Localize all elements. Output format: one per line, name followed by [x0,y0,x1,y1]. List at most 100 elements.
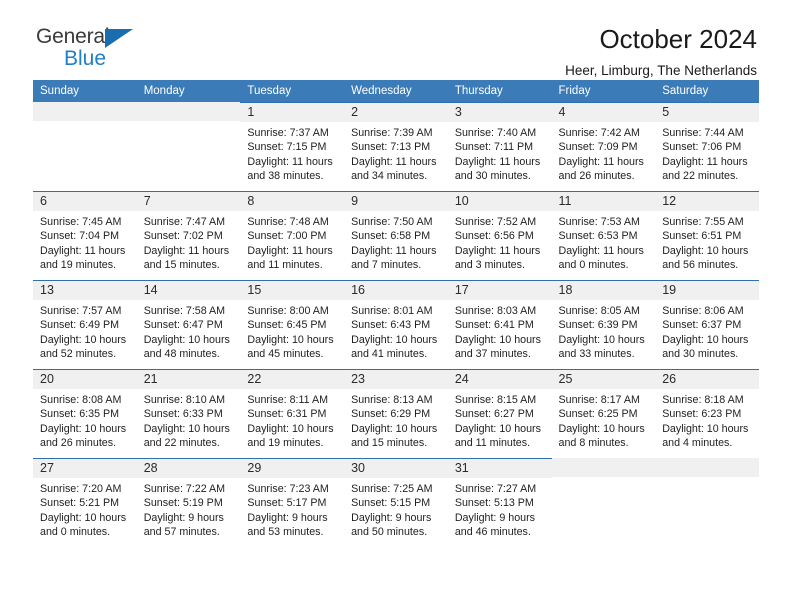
calendar-cell-day-8[interactable]: 8 Sunrise: 7:48 AM Sunset: 7:00 PM Daylight… [240,191,345,280]
day-number: 27 [33,459,137,478]
calendar-week-row: 6 Sunrise: 7:45 AM Sunset: 7:04 PM Daylight… [33,191,759,280]
daylight-text-line2: and 8 minutes. [558,437,629,450]
sunrise-text: Sunrise: 8:18 AM [662,394,744,406]
calendar-cell-day-1[interactable]: 1 Sunrise: 7:37 AM Sunset: 7:15 PM Daylight… [240,102,345,191]
sunrise-text: Sunrise: 8:01 AM [351,305,433,317]
sun-info: Sunrise: 7:22 AM Sunset: 5:19 PM Daylight:… [137,478,241,540]
daylight-text-line1: Daylight: 10 hours [143,333,230,346]
sunset-text: Sunset: 6:37 PM [662,319,742,332]
daylight-text-line2: and 50 minutes. [351,526,428,539]
daylight-text-line1: Daylight: 11 hours [662,155,748,168]
sun-info: Sunrise: 8:01 AM Sunset: 6:43 PM Daylight:… [344,300,448,362]
sunset-text: Sunset: 5:19 PM [143,497,223,510]
daylight-text-line2: and 0 minutes. [40,526,111,539]
sun-info: Sunrise: 7:47 AM Sunset: 7:02 PM Daylight:… [137,211,241,273]
day-number: 18 [551,281,656,300]
sunrise-text: Sunrise: 7:22 AM [143,483,226,495]
calendar-cell-day-15[interactable]: 15 Sunrise: 8:00 AM Sunset: 6:45 PM Dayligh… [240,280,345,369]
sun-info: Sunrise: 7:37 AM Sunset: 7:15 PM Daylight:… [240,122,344,184]
sunset-text: Sunset: 5:13 PM [454,497,534,510]
calendar-cell-day-30[interactable]: 30 Sunrise: 7:25 AM Sunset: 5:15 PM Dayligh… [344,458,448,547]
calendar-cell-day-16[interactable]: 16 Sunrise: 8:01 AM Sunset: 6:43 PM Dayligh… [344,280,448,369]
sunset-text: Sunset: 6:23 PM [662,408,742,421]
day-number: 23 [344,370,448,389]
day-number: 13 [33,281,137,300]
sunrise-text: Sunrise: 7:52 AM [454,216,537,228]
day-cell [551,458,656,547]
calendar-table: Sunday Monday Tuesday Wednesday Thursday Frid… [33,80,759,547]
page-subtitle: Heer, Limburg, The Netherlands [565,63,757,78]
calendar-cell-day-13[interactable]: 13 Sunrise: 7:57 AM Sunset: 6:49 PM Dayligh… [33,280,137,369]
calendar-cell-day-2[interactable]: 2 Sunrise: 7:39 AM Sunset: 7:13 PM Daylight… [344,102,448,191]
daylight-text-line2: and 30 minutes. [454,170,531,183]
sunset-text: Sunset: 5:15 PM [351,497,431,510]
calendar-cell-day-26[interactable]: 26 Sunrise: 8:18 AM Sunset: 6:23 PM Dayligh… [655,369,759,458]
calendar-cell-day-4[interactable]: 4 Sunrise: 7:42 AM Sunset: 7:09 PM Daylight… [551,102,656,191]
sunrise-text: Sunrise: 7:47 AM [143,216,226,228]
calendar-cell-day-7[interactable]: 7 Sunrise: 7:47 AM Sunset: 7:02 PM Daylight… [136,191,241,280]
daylight-text-line2: and 38 minutes. [247,170,324,183]
calendar-cell-day-10[interactable]: 10 Sunrise: 7:52 AM Sunset: 6:56 PM Dayligh… [447,191,552,280]
calendar-cell-day-31[interactable]: 31 Sunrise: 7:27 AM Sunset: 5:13 PM Dayligh… [447,458,552,547]
daylight-text-line2: and 48 minutes. [143,348,220,361]
calendar-cell-day-21[interactable]: 21 Sunrise: 8:10 AM Sunset: 6:33 PM Dayligh… [136,369,241,458]
calendar-cell-day-20[interactable]: 20 Sunrise: 8:08 AM Sunset: 6:35 PM Dayligh… [33,369,137,458]
day-number: 16 [344,281,448,300]
sunrise-text: Sunrise: 7:45 AM [40,216,122,228]
calendar-cell-day-28[interactable]: 28 Sunrise: 7:22 AM Sunset: 5:19 PM Dayligh… [136,458,241,547]
calendar-cell-day-19[interactable]: 19 Sunrise: 8:06 AM Sunset: 6:37 PM Dayligh… [655,280,759,369]
calendar-cell-day-14[interactable]: 14 Sunrise: 7:58 AM Sunset: 6:47 PM Dayligh… [136,280,241,369]
day-number: 15 [240,281,345,300]
sunset-text: Sunset: 6:45 PM [247,319,327,332]
calendar-cell-day-18[interactable]: 18 Sunrise: 8:05 AM Sunset: 6:39 PM Dayligh… [551,280,656,369]
daylight-text-line1: Daylight: 11 hours [454,155,541,168]
daylight-text-line2: and 11 minutes. [454,437,531,450]
sunset-text: Sunset: 6:35 PM [40,408,120,421]
calendar-cell-day-22[interactable]: 22 Sunrise: 8:11 AM Sunset: 6:31 PM Dayligh… [240,369,345,458]
sunrise-text: Sunrise: 8:15 AM [454,394,537,406]
calendar-cell-day-29[interactable]: 29 Sunrise: 7:23 AM Sunset: 5:17 PM Dayligh… [240,458,345,547]
day-number: 2 [344,103,448,122]
daylight-text-line1: Daylight: 10 hours [247,422,334,435]
daylight-text-line2: and 52 minutes. [40,348,117,361]
calendar-week-row: 27 Sunrise: 7:20 AM Sunset: 5:21 PM Dayligh… [33,458,759,547]
day-cell: 8 Sunrise: 7:48 AM Sunset: 7:00 PM Daylight… [240,191,345,280]
day-cell: 11 Sunrise: 7:53 AM Sunset: 6:53 PM Dayligh… [551,191,656,280]
sun-info: Sunrise: 8:15 AM Sunset: 6:27 PM Daylight:… [448,389,552,451]
daylight-text-line2: and 33 minutes. [558,348,635,361]
day-cell: 18 Sunrise: 8:05 AM Sunset: 6:39 PM Dayligh… [551,280,656,369]
calendar-cell-day-23[interactable]: 23 Sunrise: 8:13 AM Sunset: 6:29 PM Dayligh… [344,369,448,458]
sun-info: Sunrise: 8:06 AM Sunset: 6:37 PM Daylight:… [655,300,759,362]
general-blue-logo[interactable]: General Blue [36,26,156,74]
calendar-cell-day-6[interactable]: 6 Sunrise: 7:45 AM Sunset: 7:04 PM Daylight… [33,191,137,280]
calendar-cell-day-24[interactable]: 24 Sunrise: 8:15 AM Sunset: 6:27 PM Dayligh… [447,369,552,458]
day-cell: 16 Sunrise: 8:01 AM Sunset: 6:43 PM Dayligh… [344,280,448,369]
calendar-cell-day-11[interactable]: 11 Sunrise: 7:53 AM Sunset: 6:53 PM Dayligh… [551,191,656,280]
day-cell: 3 Sunrise: 7:40 AM Sunset: 7:11 PM Daylight… [447,102,552,191]
day-cell: 25 Sunrise: 8:17 AM Sunset: 6:25 PM Dayligh… [551,369,656,458]
triangle-icon [105,29,133,48]
day-number: 17 [447,281,552,300]
sunrise-text: Sunrise: 7:25 AM [351,483,433,495]
weekday-header-saturday: Saturday [655,80,759,102]
calendar-cell-day-12[interactable]: 12 Sunrise: 7:55 AM Sunset: 6:51 PM Dayligh… [655,191,759,280]
sunset-text: Sunset: 7:00 PM [247,230,327,243]
daylight-text-line2: and 3 minutes. [454,259,525,272]
calendar-cell-day-9[interactable]: 9 Sunrise: 7:50 AM Sunset: 6:58 PM Daylight… [344,191,448,280]
calendar-cell-day-3[interactable]: 3 Sunrise: 7:40 AM Sunset: 7:11 PM Daylight… [447,102,552,191]
day-number: 31 [447,459,552,478]
calendar-cell-day-5[interactable]: 5 Sunrise: 7:44 AM Sunset: 7:06 PM Daylight… [655,102,759,191]
daylight-text-line1: Daylight: 10 hours [662,422,749,435]
weekday-header-tuesday: Tuesday [240,80,345,102]
daylight-text-line1: Daylight: 11 hours [558,155,644,168]
calendar-cell-day-17[interactable]: 17 Sunrise: 8:03 AM Sunset: 6:41 PM Dayligh… [447,280,552,369]
day-cell: 14 Sunrise: 7:58 AM Sunset: 6:47 PM Dayligh… [136,280,241,369]
day-cell: 29 Sunrise: 7:23 AM Sunset: 5:17 PM Dayligh… [240,458,345,547]
sunrise-text: Sunrise: 7:53 AM [558,216,640,228]
daylight-text-line2: and 0 minutes. [558,259,629,272]
calendar-cell-day-27[interactable]: 27 Sunrise: 7:20 AM Sunset: 5:21 PM Dayligh… [33,458,137,547]
daylight-text-line1: Daylight: 11 hours [40,244,126,257]
calendar-cell-day-25[interactable]: 25 Sunrise: 8:17 AM Sunset: 6:25 PM Dayligh… [551,369,656,458]
daylight-text-line2: and 15 minutes. [143,259,220,272]
daylight-text-line2: and 57 minutes. [143,526,220,539]
